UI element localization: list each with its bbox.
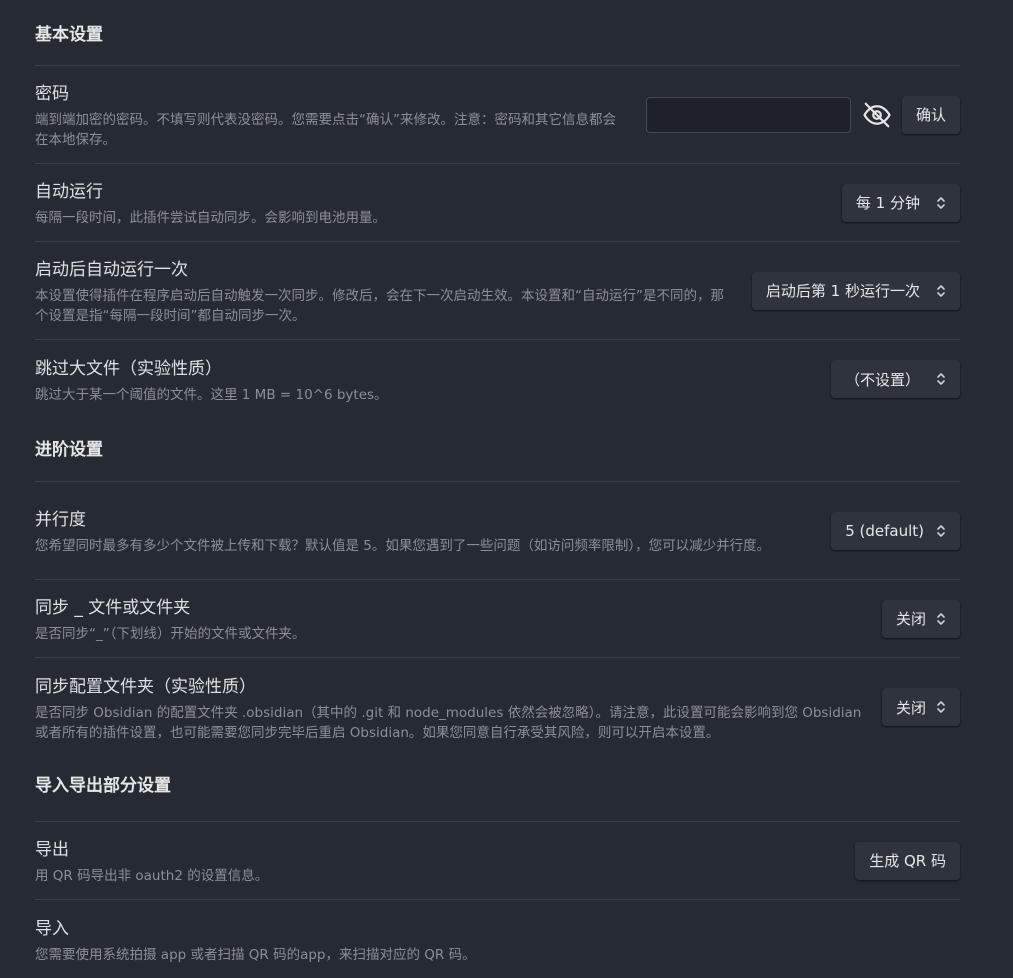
chevron-up-down-icon (936, 524, 946, 538)
setting-export: 导出 用 QR 码导出非 oauth2 的设置信息。 生成 QR 码 (35, 822, 960, 900)
skip-large-select[interactable]: （不设置） (830, 360, 960, 398)
select-value: 关闭 (895, 610, 926, 628)
setting-desc: 您希望同时最多有多少个文件被上传和下载？默认值是 5。如果您遇到了一些问题（如访… (35, 538, 771, 554)
setting-password: 密码 端到端加密的密码。不填写则代表没密码。您需要点击“确认”来修改。注意：密码… (35, 66, 960, 164)
section-heading-advanced: 进阶设置 (35, 418, 960, 482)
setting-desc: 本设置使得插件在程序启动后自动触发一次同步。修改后，会在下一次启动生效。本设置和… (35, 288, 724, 324)
section-heading-basic: 基本设置 (35, 0, 960, 66)
section-heading-import-export: 导入导出部分设置 (35, 756, 960, 822)
select-value: 启动后第 1 秒运行一次 (765, 282, 920, 300)
setting-skip-large-files: 跳过大文件（实验性质） 跳过大于某一个阈值的文件。这里 1 MB = 10^6 … (35, 340, 960, 418)
setting-name: 并行度 (35, 510, 86, 530)
setting-desc: 是否同步 Obsidian 的配置文件夹 .obsidian（其中的 .git … (35, 704, 862, 741)
chevron-up-down-icon (936, 196, 946, 210)
select-value: 每 1 分钟 (855, 194, 920, 212)
setting-desc: 跳过大于某一个阈值的文件。这里 1 MB = 10^6 bytes。 (35, 386, 388, 403)
chevron-up-down-icon (936, 612, 946, 626)
setting-desc: 端到端加密的密码。不填写则代表没密码。您需要点击“确认”来修改。注意：密码和其它… (35, 112, 616, 148)
setting-name: 导入 (35, 918, 69, 939)
generate-qr-button[interactable]: 生成 QR 码 (855, 841, 960, 880)
setting-name: 密码 (35, 84, 69, 104)
chevron-up-down-icon (936, 372, 946, 386)
setting-name: 同步配置文件夹（实验性质） (35, 676, 256, 697)
settings-page: 基本设置 密码 端到端加密的密码。不填写则代表没密码。您需要点击“确认”来修改。… (0, 0, 1013, 978)
chevron-up-down-icon (936, 284, 946, 298)
setting-name: 导出 (35, 840, 69, 860)
auto-run-select[interactable]: 每 1 分钟 (841, 183, 960, 222)
setting-sync-underscore: 同步 _ 文件或文件夹 是否同步“_”（下划线）开始的文件或文件夹。 关闭 (35, 580, 960, 658)
eye-off-icon[interactable] (861, 99, 893, 131)
setting-desc: 是否同步“_”（下划线）开始的文件或文件夹。 (35, 626, 306, 642)
sync-config-select[interactable]: 关闭 (881, 688, 960, 726)
run-once-select[interactable]: 启动后第 1 秒运行一次 (751, 271, 960, 310)
concurrency-select[interactable]: 5 (default) (831, 511, 960, 550)
setting-run-once: 启动后自动运行一次 本设置使得插件在程序启动后自动触发一次同步。修改后，会在下一… (35, 242, 960, 340)
setting-desc: 用 QR 码导出非 oauth2 的设置信息。 (35, 868, 269, 884)
select-value: 关闭 (895, 698, 926, 717)
password-input[interactable] (645, 96, 851, 133)
setting-sync-config-folder: 同步配置文件夹（实验性质） 是否同步 Obsidian 的配置文件夹 .obsi… (35, 658, 960, 756)
select-value: （不设置） (844, 370, 920, 389)
setting-desc: 每隔一段时间，此插件尝试自动同步。会影响到电池用量。 (35, 210, 386, 226)
setting-name: 同步 _ 文件或文件夹 (35, 598, 191, 618)
setting-import: 导入 您需要使用系统拍摄 app 或者扫描 QR 码的app，来扫描对应的 QR… (35, 900, 960, 978)
setting-concurrency: 并行度 您希望同时最多有多少个文件被上传和下载？默认值是 5。如果您遇到了一些问… (35, 482, 960, 580)
setting-name: 跳过大文件（实验性质） (35, 358, 222, 379)
setting-auto-run: 自动运行 每隔一段时间，此插件尝试自动同步。会影响到电池用量。 每 1 分钟 (35, 164, 960, 242)
sync-underscore-select[interactable]: 关闭 (881, 599, 960, 638)
select-value: 5 (default) (845, 521, 924, 540)
setting-name: 自动运行 (35, 182, 103, 202)
setting-name: 启动后自动运行一次 (35, 260, 188, 280)
confirm-password-button[interactable]: 确认 (901, 95, 960, 134)
setting-desc: 您需要使用系统拍摄 app 或者扫描 QR 码的app，来扫描对应的 QR 码。 (35, 946, 476, 963)
chevron-up-down-icon (936, 700, 946, 714)
